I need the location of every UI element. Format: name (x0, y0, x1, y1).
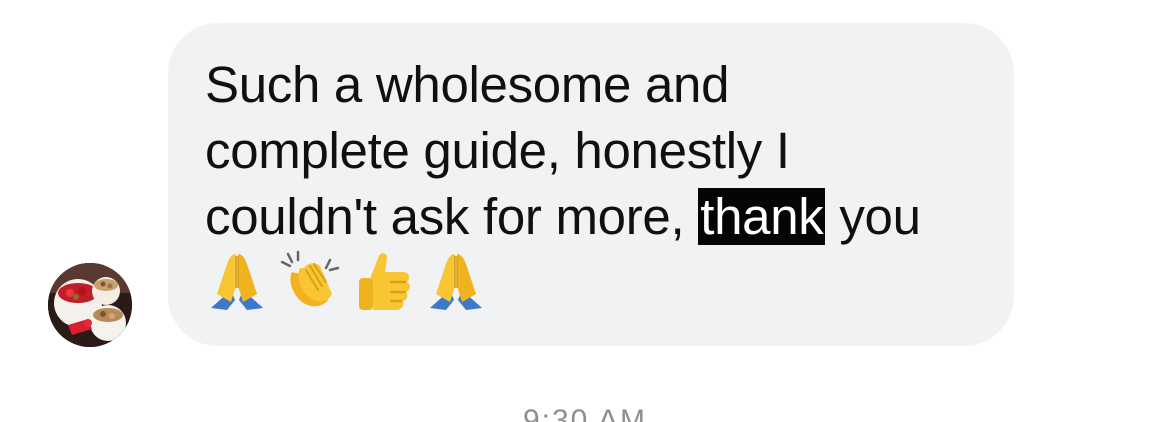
folded-hands-icon (424, 250, 488, 314)
sender-avatar[interactable] (48, 263, 132, 347)
message-text[interactable]: Such a wholesome and complete guide, hon… (205, 52, 995, 316)
selected-word-highlight[interactable]: thank (698, 188, 826, 245)
message-line-3-start: couldn't ask for more, (205, 188, 699, 245)
message-line-1: Such a wholesome and (205, 56, 730, 113)
clapping-hands-icon (278, 250, 342, 314)
message-line-3-end: you (825, 188, 921, 245)
message-timestamp: 9:30 AM (522, 404, 648, 422)
chat-screen: Such a wholesome and complete guide, hon… (0, 0, 1170, 422)
thumbs-up-icon (351, 250, 415, 314)
message-line-3: couldn't ask for more, thank you (205, 184, 995, 250)
folded-hands-icon (205, 250, 269, 314)
emoji-row (205, 250, 995, 316)
message-line-2: complete guide, honestly I (205, 122, 790, 179)
